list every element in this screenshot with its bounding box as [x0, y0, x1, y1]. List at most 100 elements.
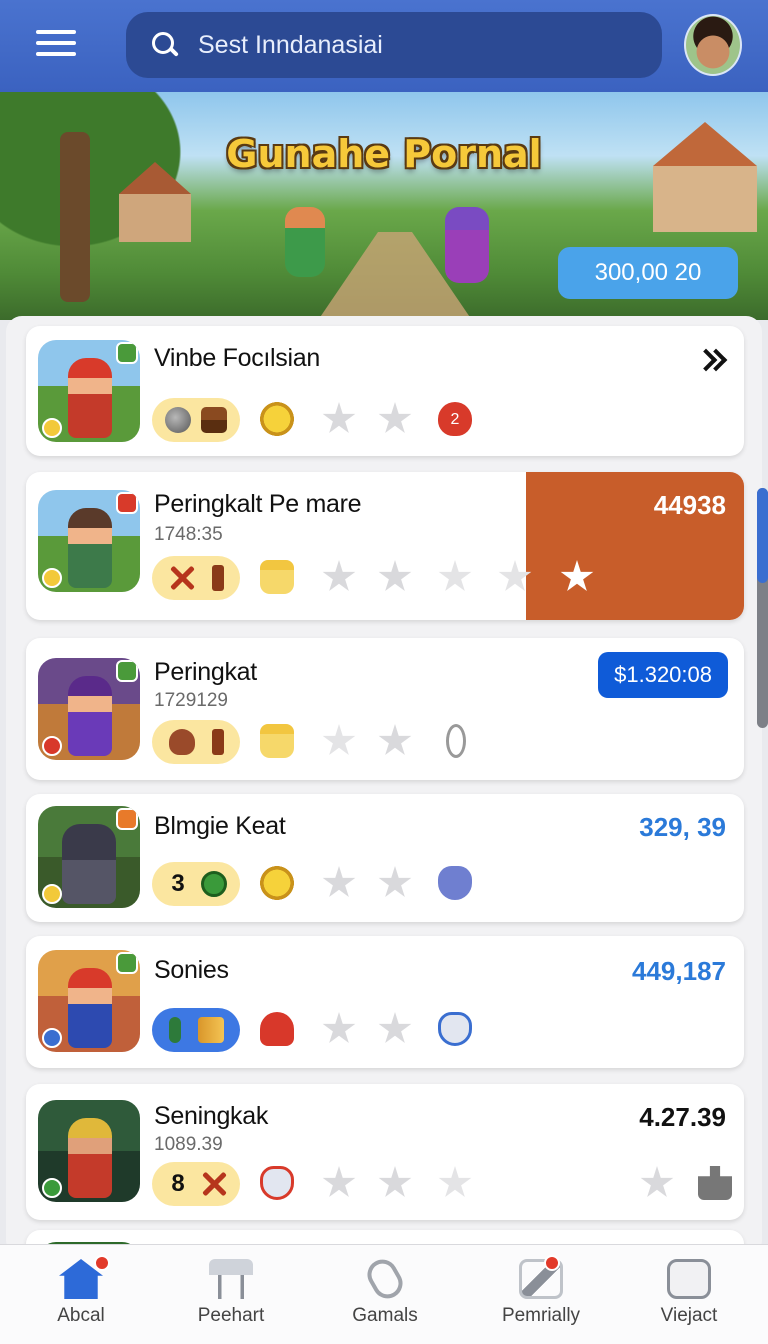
item-title: Sonies [154, 956, 229, 984]
acorn-icon [168, 729, 195, 755]
star-icon [378, 1166, 412, 1197]
star-badge-icon [42, 568, 62, 588]
avatar[interactable] [684, 14, 742, 76]
gold-icon [260, 866, 294, 900]
nav-item-games[interactable]: Gamals [308, 1245, 462, 1344]
star-icon [378, 866, 412, 897]
search-icon [150, 30, 180, 60]
item-title: Seningkak [154, 1102, 269, 1130]
top-app-bar: Sest Inndanasiai [0, 0, 768, 92]
star-icon [322, 560, 356, 591]
cherry-icon [446, 724, 466, 758]
star-badge-icon [116, 808, 138, 830]
scrollbar[interactable] [757, 488, 768, 728]
item-amount: 449,187 [632, 956, 726, 986]
search-bar[interactable]: Sest Inndanasiai [126, 12, 662, 78]
star-icon [322, 402, 356, 433]
sack-icon [438, 1012, 472, 1046]
list-item[interactable]: Peringkalt Pe mare 1748:35 44938 [26, 472, 744, 620]
nav-item-pen[interactable]: Pemrially [464, 1245, 618, 1344]
list-item[interactable]: Peringkat 1729129 $1.320:08 [26, 638, 744, 780]
star-icon [378, 1012, 412, 1043]
star-outline-icon [438, 1166, 472, 1197]
star-icon [378, 402, 412, 433]
game-thumbnail [38, 950, 140, 1052]
item-subtitle: 1089.39 [154, 1134, 223, 1155]
nav-label: Peehart [197, 1305, 265, 1326]
badge-icon [42, 1178, 62, 1198]
item-amount: 44938 [653, 490, 726, 520]
item-amount: 4.27.39 [639, 1102, 726, 1132]
item-amount: 329, 39 [639, 812, 726, 842]
game-list: Vinbe Focılsian 2 Peringkalt Pe mare 174… [6, 316, 762, 1256]
resource-pill [152, 398, 240, 442]
badge-icon [116, 342, 138, 364]
sack-icon [438, 866, 472, 900]
game-thumbnail [38, 490, 140, 592]
bar-icon [211, 565, 224, 591]
banner-character-green [285, 207, 325, 277]
paperclip-icon [362, 1254, 408, 1304]
nav-item-home[interactable]: Abcal [4, 1245, 158, 1344]
notification-dot [544, 1255, 560, 1271]
cross-icon [169, 565, 195, 591]
star-icon [378, 560, 412, 591]
star-badge-icon [42, 1028, 62, 1048]
badge-icon [116, 952, 138, 974]
list-item[interactable]: Blmgie Keat 329, 39 3 [26, 794, 744, 922]
pill-count: 8 [171, 1170, 185, 1197]
rock-icon [165, 407, 191, 433]
resource-pill [152, 720, 240, 764]
item-subtitle: 1748:35 [154, 524, 223, 545]
item-title: Peringkalt Pe mare [154, 490, 362, 518]
sack-icon [260, 1166, 294, 1200]
item-title: Vinbe Focılsian [154, 344, 320, 372]
resource-pill [152, 556, 240, 600]
item-subtitle: 1729129 [154, 690, 228, 711]
check-badge-icon [116, 660, 138, 682]
pill-count: 3 [171, 870, 185, 897]
puzzle-icon [698, 1166, 732, 1200]
honey-jar-icon [260, 724, 294, 758]
item-amount-badge[interactable]: $1.320:08 [598, 652, 728, 698]
search-input[interactable]: Sest Inndanasiai [198, 31, 383, 60]
nav-label: Abcal [57, 1305, 105, 1326]
leaf-icon [168, 1017, 181, 1043]
hat-icon [260, 1012, 294, 1046]
heart-icon: 2 [438, 402, 472, 436]
menu-icon[interactable] [36, 30, 76, 60]
plus-icon [201, 871, 227, 897]
banner-tree [0, 92, 210, 272]
honey-jar-icon [260, 560, 294, 594]
nav-label: Pemrially [501, 1305, 581, 1326]
star-icon [322, 1166, 356, 1197]
resource-pill: 3 [152, 862, 240, 906]
table-icon [209, 1259, 253, 1299]
chevron-right-icon[interactable] [698, 348, 726, 376]
cross-icon [201, 1171, 227, 1197]
list-item[interactable]: Sonies 449,187 [26, 936, 744, 1068]
star-icon [640, 1166, 674, 1197]
banner-title: Gunahe Pornal [226, 132, 542, 176]
list-item[interactable]: Vinbe Focılsian 2 [26, 326, 744, 456]
game-thumbnail [38, 658, 140, 760]
star-icon [322, 866, 356, 897]
resource-pill [152, 1008, 240, 1052]
nav-label: Gamals [352, 1305, 418, 1326]
star-outline-icon [438, 560, 472, 591]
nav-item-table[interactable]: Peehart [154, 1245, 308, 1344]
star-badge-icon [42, 418, 62, 438]
list-item[interactable]: Seningkak 1089.39 4.27.39 8 [26, 1084, 744, 1220]
nav-item-dice[interactable]: Viejact [612, 1245, 766, 1344]
badge-icon [42, 736, 62, 756]
star-icon [378, 724, 412, 755]
notification-dot [94, 1255, 110, 1271]
book-icon [197, 1017, 224, 1043]
banner-amount-button[interactable]: 300,00 20 [558, 247, 738, 299]
nav-label: Viejact [660, 1305, 718, 1326]
star-icon [322, 1012, 356, 1043]
item-title: Blmgie Keat [154, 812, 286, 840]
game-thumbnail [38, 1100, 140, 1202]
dice-icon [667, 1259, 711, 1299]
badge-icon [42, 884, 62, 904]
